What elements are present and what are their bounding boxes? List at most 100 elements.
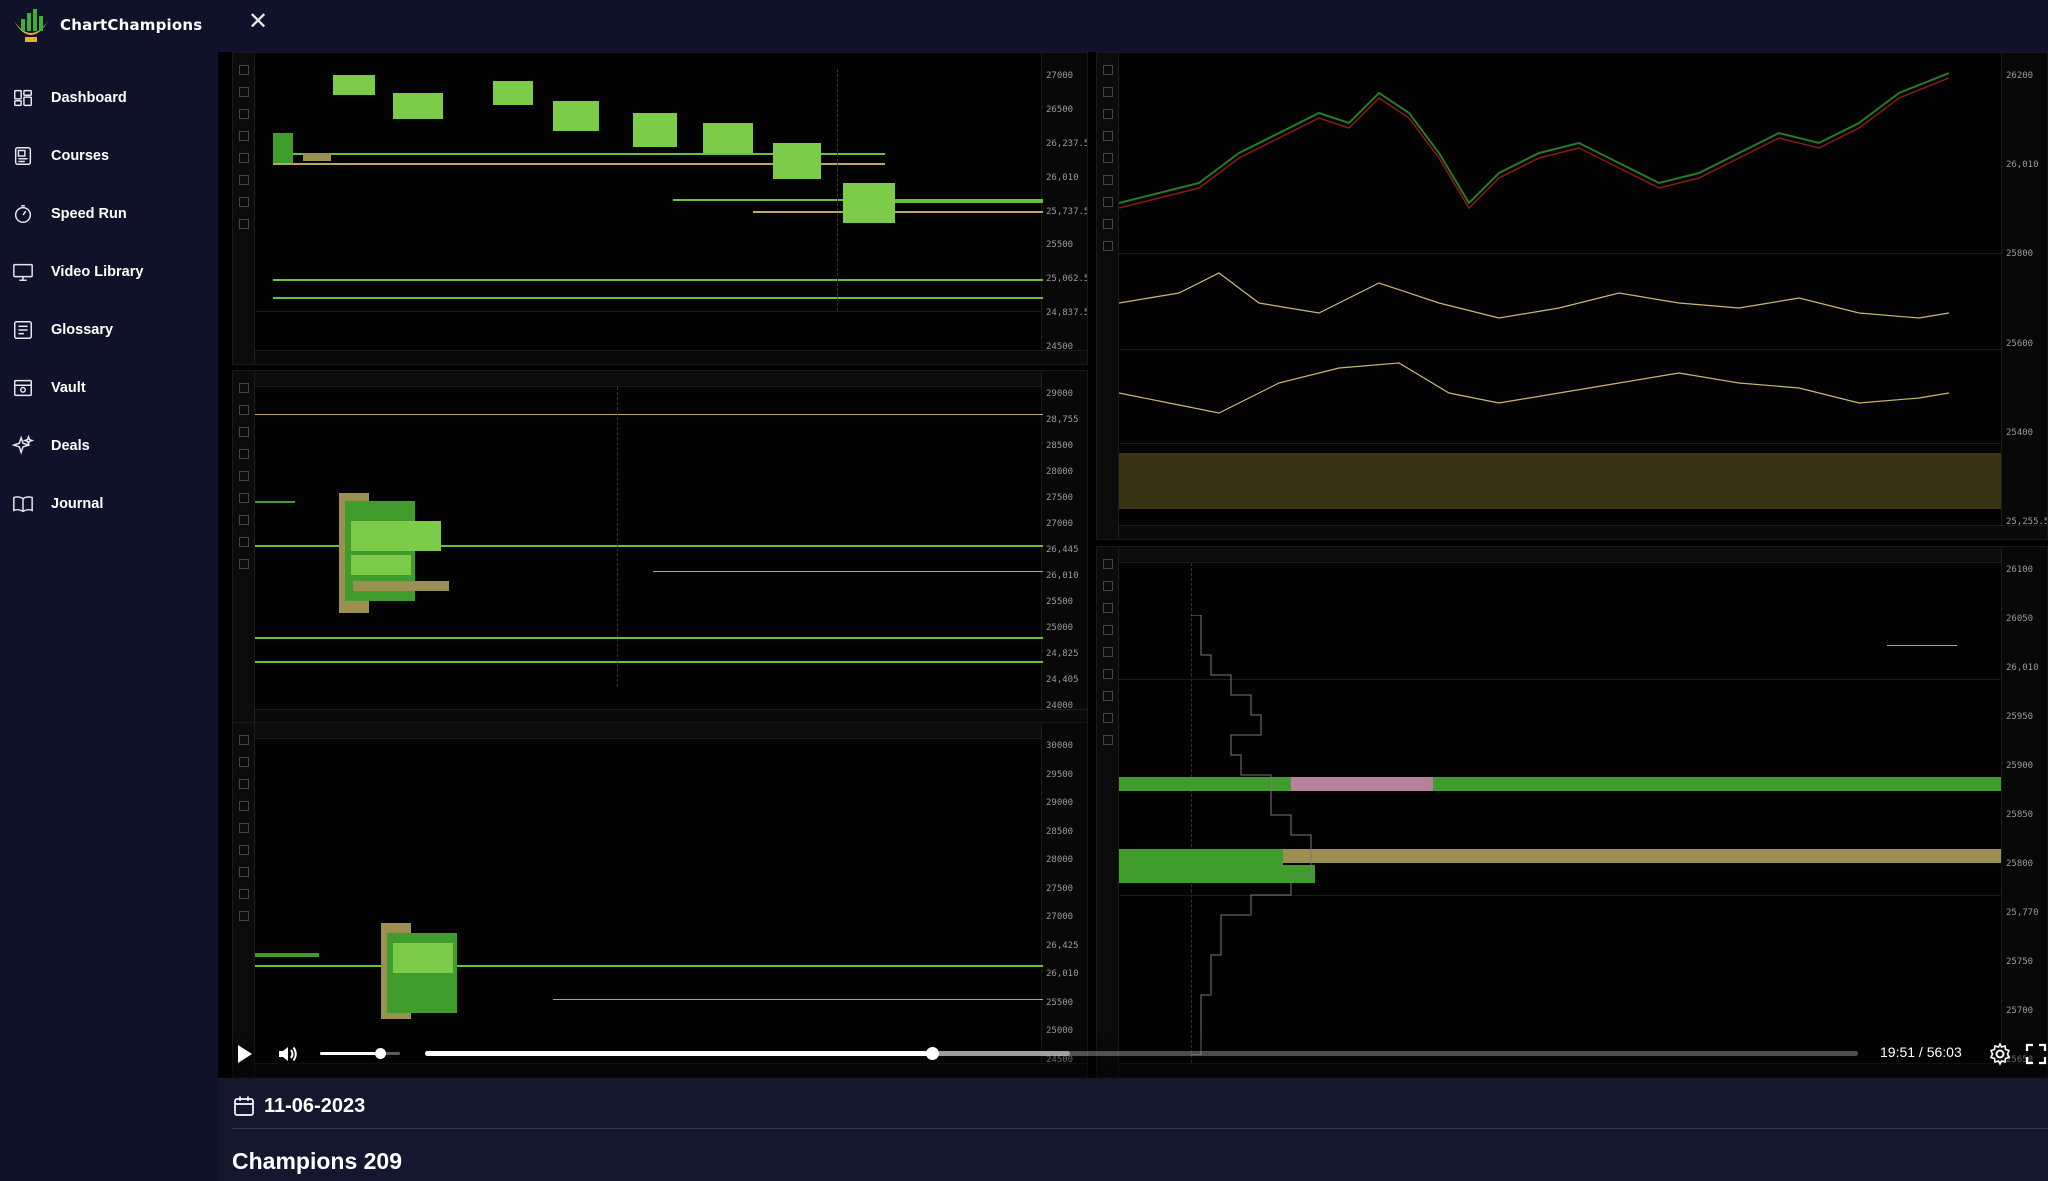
price-tick-label: 26,010 [2006,663,2039,673]
volume-profile-outline [1191,615,1312,1055]
fullscreen-button[interactable] [2024,1042,2048,1066]
price-tick-label: 26100 [2006,565,2034,575]
price-tick-label: 25500 [1046,997,1074,1008]
chart-header [1119,547,2001,563]
price-tick-label: 27500 [1046,883,1074,894]
price-tick-label: 24,837.5 [1046,308,1088,319]
price-tick-label: 29500 [1046,769,1074,780]
sidebar-item-label: Journal [51,496,104,512]
sidebar-item-dashboard[interactable]: Dashboard [0,69,218,127]
price-tick-label: 24,405 [1046,675,1079,685]
chart-panel-top-left: 27000 26500 26,237.5 26,010 25,737.5 25500 25,… [232,52,1088,365]
speed-run-icon [11,202,35,226]
chart-toolbar [1097,547,1119,1077]
sidebar-item-video-library[interactable]: Video Library [0,243,218,301]
price-tick-label: 28,755 [1046,415,1079,425]
price-tick-label: 25,737.5 [1046,206,1088,217]
price-tick-label: 26,010 [2006,160,2039,171]
volume-icon [279,1046,297,1062]
sidebar-item-label: Courses [51,148,110,164]
price-tick-label: 26,010 [1046,969,1079,980]
price-tick-label: 26,425 [1046,940,1079,951]
open-interest-chart [1119,362,1949,414]
price-tick-label: 27000 [1046,912,1074,923]
sidebar-nav: Dashboard Courses Speed Run Video Librar… [0,69,218,533]
video-meta: 11-06-2023 Champions 209 [218,1078,2048,1181]
chart-panel-bottom-left: 30000 29500 29000 28500 28000 27500 27000 26,42… [232,722,1088,1078]
video-player[interactable]: 27000 26500 26,237.5 26,010 25,737.5 25500 25,… [218,52,2048,1078]
price-tick-label: 25000 [1046,623,1074,633]
brand[interactable]: ChartChampions [10,4,202,46]
gear-icon [1989,1042,2011,1066]
sidebar-item-label: Glossary [51,322,114,338]
settings-button[interactable] [1988,1042,2012,1066]
seek-progress [425,1051,933,1056]
brand-name: ChartChampions [60,16,203,34]
price-tick-label: 28000 [1046,467,1074,477]
deals-icon [11,434,35,458]
chart-footer [255,350,1087,364]
footprint-stats [1119,453,2001,509]
courses-icon [11,144,35,168]
candlestick-chart [1119,72,1949,210]
price-axis: 26200 26,010 25800 25600 25400 25,255.5 [2001,53,2047,539]
price-tick-label: 29000 [1046,798,1074,809]
volume-button[interactable] [276,1042,300,1066]
price-tick-label: 24,825 [1046,649,1079,659]
date-row: 11-06-2023 [232,1094,365,1118]
fullscreen-icon [2025,1043,2047,1065]
price-tick-label: 26,237.5 [1046,138,1088,149]
price-tick-label: 26200 [2006,71,2034,81]
sidebar-item-vault[interactable]: Vault [0,359,218,417]
chart-toolbar [1097,53,1119,539]
seek-bar[interactable] [425,1047,1858,1060]
app-root: ChartChampions Dashboard Courses Speed R… [0,0,2048,1181]
journal-icon [11,492,35,516]
price-tick-label: 25950 [2006,712,2034,722]
price-tick-label: 25800 [2006,859,2034,869]
price-tick-label: 26,010 [1046,172,1079,183]
sidebar-item-journal[interactable]: Journal [0,475,218,533]
video-library-icon [11,260,35,284]
price-tick-label: 25850 [2006,810,2034,820]
price-tick-label: 30000 [1046,741,1074,751]
chart-header [255,371,1041,387]
price-tick-label: 25500 [1046,240,1074,251]
volume-knob[interactable] [375,1048,386,1059]
volume-fill [320,1052,380,1055]
price-tick-label: 25900 [2006,761,2034,771]
seek-knob[interactable] [926,1047,940,1060]
price-tick-label: 27000 [1046,71,1074,81]
price-tick-label: 25750 [2006,957,2034,967]
play-button[interactable] [232,1042,256,1066]
play-icon [238,1045,252,1063]
vault-icon [11,376,35,400]
volume-slider[interactable] [320,1048,400,1059]
sidebar-item-glossary[interactable]: Glossary [0,301,218,359]
chart-panel-bottom-right: 26100 26050 26,010 25950 25900 25850 25800 25,7… [1096,546,2048,1078]
sidebar: ChartChampions Dashboard Courses Speed R… [0,0,218,1181]
video-title: Champions 209 [232,1148,402,1174]
price-tick-label: 25700 [2006,1006,2034,1016]
chart-panel-top-right: 26200 26,010 25800 25600 25400 25,255.5 [1096,52,2048,540]
price-tick-label: 26,010 [1046,571,1079,581]
sidebar-item-label: Dashboard [51,90,127,106]
close-icon[interactable]: ✕ [246,10,270,34]
price-tick-label: 28500 [1046,441,1074,451]
price-tick-label: 25800 [2006,249,2034,260]
sidebar-item-deals[interactable]: Deals [0,417,218,475]
chart-toolbar [233,723,255,1077]
sidebar-item-speed-run[interactable]: Speed Run [0,185,218,243]
chartchampions-logo-icon [14,9,48,42]
price-tick-label: 26,445 [1046,545,1079,555]
dashboard-icon [11,86,35,110]
price-tick-label: 25400 [2006,427,2034,438]
video-date: 11-06-2023 [264,1094,366,1117]
sidebar-item-courses[interactable]: Courses [0,127,218,185]
price-tick-label: 28000 [1046,855,1074,866]
chart-toolbar [233,53,255,364]
delta-bars-chart [1119,272,1949,319]
price-axis: 26100 26050 26,010 25950 25900 25850 25800 25,7… [2001,547,2047,1077]
sidebar-item-label: Vault [51,380,86,396]
chart-footer [255,709,1087,723]
